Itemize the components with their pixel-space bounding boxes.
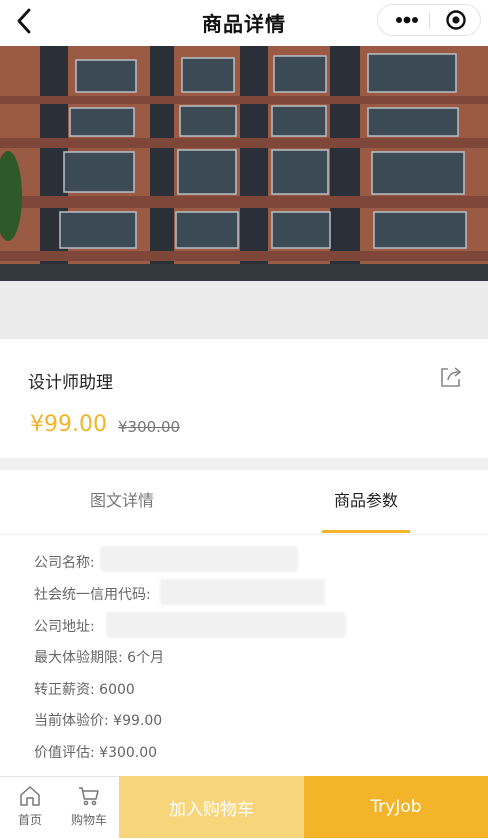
redacted-value xyxy=(100,546,298,572)
param-row: 公司名称: xyxy=(34,552,95,572)
more-dots-icon xyxy=(396,16,418,24)
capsule-divider xyxy=(429,12,430,29)
param-row: 社会统一信用代码: xyxy=(34,584,151,604)
share-button[interactable] xyxy=(438,364,464,390)
nav-bar: 商品详情 xyxy=(0,0,488,42)
add-to-cart-button[interactable]: 加入购物车 xyxy=(119,776,304,838)
product-params-list: 公司名称: 社会统一信用代码: 公司地址: 最大体验期限: 6个月 转正薪资: … xyxy=(0,536,488,776)
active-tab-indicator xyxy=(322,530,410,533)
original-price: ¥300.00 xyxy=(118,418,181,436)
share-icon xyxy=(441,367,462,387)
cart-button[interactable]: 购物车 xyxy=(61,777,117,839)
product-image-carousel[interactable] xyxy=(0,46,488,339)
detail-tabs: 图文详情 商品参数 xyxy=(0,470,488,535)
more-button[interactable] xyxy=(386,5,428,35)
param-row: 价值评估: ¥300.00 xyxy=(34,742,157,762)
section-divider xyxy=(0,458,488,470)
param-value: 6个月 xyxy=(127,650,165,666)
tab-product-params[interactable]: 商品参数 xyxy=(322,470,410,534)
home-icon xyxy=(20,786,40,806)
redacted-value xyxy=(160,579,325,605)
param-row: 最大体验期限: 6个月 xyxy=(34,647,164,667)
home-button[interactable]: 首页 xyxy=(2,777,58,839)
redacted-value xyxy=(106,612,346,638)
param-row: 公司地址: xyxy=(34,616,95,636)
tryjob-button[interactable]: TryJob xyxy=(304,776,488,838)
param-row: 转正薪资: 6000 xyxy=(34,679,135,699)
cart-label: 购物车 xyxy=(70,813,107,827)
tab-graphic-details[interactable]: 图文详情 xyxy=(0,470,244,534)
product-info: 设计师助理 ¥99.00 ¥300.00 xyxy=(0,340,488,458)
home-label: 首页 xyxy=(17,813,42,827)
param-value: 6000 xyxy=(99,682,135,698)
mini-program-capsule xyxy=(377,4,481,36)
param-value: ¥300.00 xyxy=(99,745,158,761)
param-label: 公司地址: xyxy=(34,619,95,635)
param-label: 价值评估: xyxy=(34,745,95,761)
current-price: ¥99.00 xyxy=(30,412,107,437)
target-close-icon xyxy=(446,10,466,30)
param-label: 转正薪资: xyxy=(34,682,95,698)
param-row: 当前体验价: ¥99.00 xyxy=(34,710,162,730)
building-facade-photo xyxy=(0,46,488,339)
param-label: 最大体验期限: xyxy=(34,650,123,666)
param-label: 社会统一信用代码: xyxy=(34,587,151,603)
param-label: 公司名称: xyxy=(34,555,95,571)
cart-icon xyxy=(79,787,99,806)
close-button[interactable] xyxy=(436,5,476,35)
param-label: 当前体验价: xyxy=(34,713,109,729)
param-value: ¥99.00 xyxy=(113,713,163,729)
product-name: 设计师助理 xyxy=(28,373,113,393)
